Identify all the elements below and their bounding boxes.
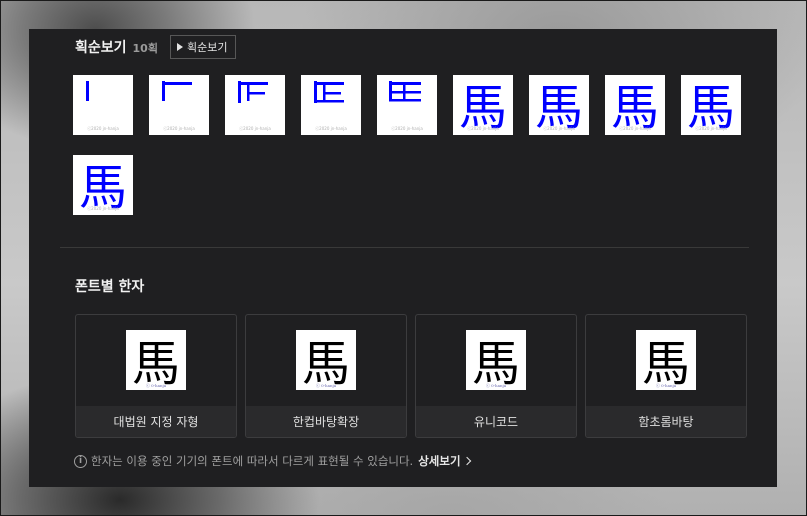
svg-text:馬: 馬 xyxy=(642,336,690,390)
detail-link[interactable]: 상세보기 xyxy=(418,453,471,469)
play-icon xyxy=(176,43,183,51)
stroke-watermark: ⓒ2020 jn-hanja xyxy=(619,126,651,131)
stroke-watermark: ⓒ2020 jn-hanja xyxy=(543,126,575,131)
font-watermark: ⓒ 0-hanja xyxy=(145,383,167,388)
font-watermark: ⓒ 0-hanja xyxy=(315,383,337,388)
play-stroke-order-button[interactable]: 획순보기 xyxy=(169,35,237,59)
font-glyph: 馬 xyxy=(302,336,350,390)
stroke-step-6: 馬 ⓒ2020 jn-hanja xyxy=(453,75,513,135)
chevron-right-icon xyxy=(462,456,471,466)
stroke-step-7: 馬 ⓒ2020 jn-hanja xyxy=(529,75,589,135)
stroke-order-header: 획순보기 10획 획순보기 xyxy=(75,35,237,59)
stroke-step-5: ⓒ2020 jn-hanja xyxy=(377,75,437,135)
detail-link-label: 상세보기 xyxy=(418,454,461,468)
font-watermark: ⓒ 0-hanja xyxy=(655,383,677,388)
stroke-watermark: ⓒ2020 jn-hanja xyxy=(87,206,119,211)
font-sample-image: 馬 ⓒ 0-hanja xyxy=(466,330,526,390)
font-note: i 한자는 이용 중인 기기의 폰트에 따라서 다르게 표현될 수 있습니다. … xyxy=(74,453,471,469)
stroke-order-title: 획순보기 xyxy=(75,40,127,56)
font-section-title: 폰트별 한자 xyxy=(75,279,145,295)
stroke-watermark: ⓒ2020 jn-hanja xyxy=(239,126,271,131)
hanja-panel: 획순보기 10획 획순보기 ⓒ2020 jn-hanja ⓒ2020 jn-ha… xyxy=(29,29,777,487)
stroke-count: 10획 xyxy=(132,42,158,55)
font-label: 유니코드 xyxy=(416,406,576,437)
stroke-watermark: ⓒ2020 jn-hanja xyxy=(467,126,499,131)
stroke-step-8: 馬 ⓒ2020 jn-hanja xyxy=(605,75,665,135)
stroke-watermark: ⓒ2020 jn-hanja xyxy=(315,126,347,131)
font-glyph: 馬 xyxy=(132,336,180,390)
section-divider xyxy=(60,247,749,248)
stroke-watermark: ⓒ2020 jn-hanja xyxy=(87,126,119,131)
font-watermark: ⓒ 0-hanja xyxy=(485,383,507,388)
font-note-text: 한자는 이용 중인 기기의 폰트에 따라서 다르게 표현될 수 있습니다. xyxy=(91,454,414,468)
stroke-step-9: 馬 ⓒ2020 jn-hanja xyxy=(681,75,741,135)
font-sample-image: 馬 ⓒ 0-hanja xyxy=(636,330,696,390)
font-label: 대법원 지정 자형 xyxy=(76,406,236,437)
play-button-label: 획순보기 xyxy=(186,41,228,54)
stroke-step-3: ⓒ2020 jn-hanja xyxy=(225,75,285,135)
font-sample-image: 馬 ⓒ 0-hanja xyxy=(296,330,356,390)
font-label: 함초롬바탕 xyxy=(586,406,746,437)
font-sample-image: 馬 ⓒ 0-hanja xyxy=(126,330,186,390)
stroke-step-1: ⓒ2020 jn-hanja xyxy=(73,75,133,135)
font-glyph: 馬 xyxy=(472,336,520,390)
svg-text:馬: 馬 xyxy=(132,336,180,390)
svg-text:馬: 馬 xyxy=(302,336,350,390)
font-card-unicode[interactable]: 馬 ⓒ 0-hanja 유니코드 xyxy=(415,314,577,438)
font-card-supreme-court[interactable]: 馬 ⓒ 0-hanja 대법원 지정 자형 xyxy=(75,314,237,438)
stroke-step-10: 馬 ⓒ2020 jn-hanja xyxy=(73,155,133,215)
stroke-step-2: ⓒ2020 jn-hanja xyxy=(149,75,209,135)
stroke-watermark: ⓒ2020 jn-hanja xyxy=(163,126,195,131)
font-label: 한컵바탕확장 xyxy=(246,406,406,437)
font-card-hancom-batang-ext[interactable]: 馬 ⓒ 0-hanja 한컵바탕확장 xyxy=(245,314,407,438)
font-card-hamchorom-batang[interactable]: 馬 ⓒ 0-hanja 함초롬바탕 xyxy=(585,314,747,438)
stroke-watermark: ⓒ2020 jn-hanja xyxy=(391,126,423,131)
stroke-step-4: ⓒ2020 jn-hanja xyxy=(301,75,361,135)
stroke-watermark: ⓒ2020 jn-hanja xyxy=(695,126,727,131)
font-glyph: 馬 xyxy=(642,336,690,390)
info-icon: i xyxy=(74,454,87,468)
svg-text:馬: 馬 xyxy=(472,336,520,390)
